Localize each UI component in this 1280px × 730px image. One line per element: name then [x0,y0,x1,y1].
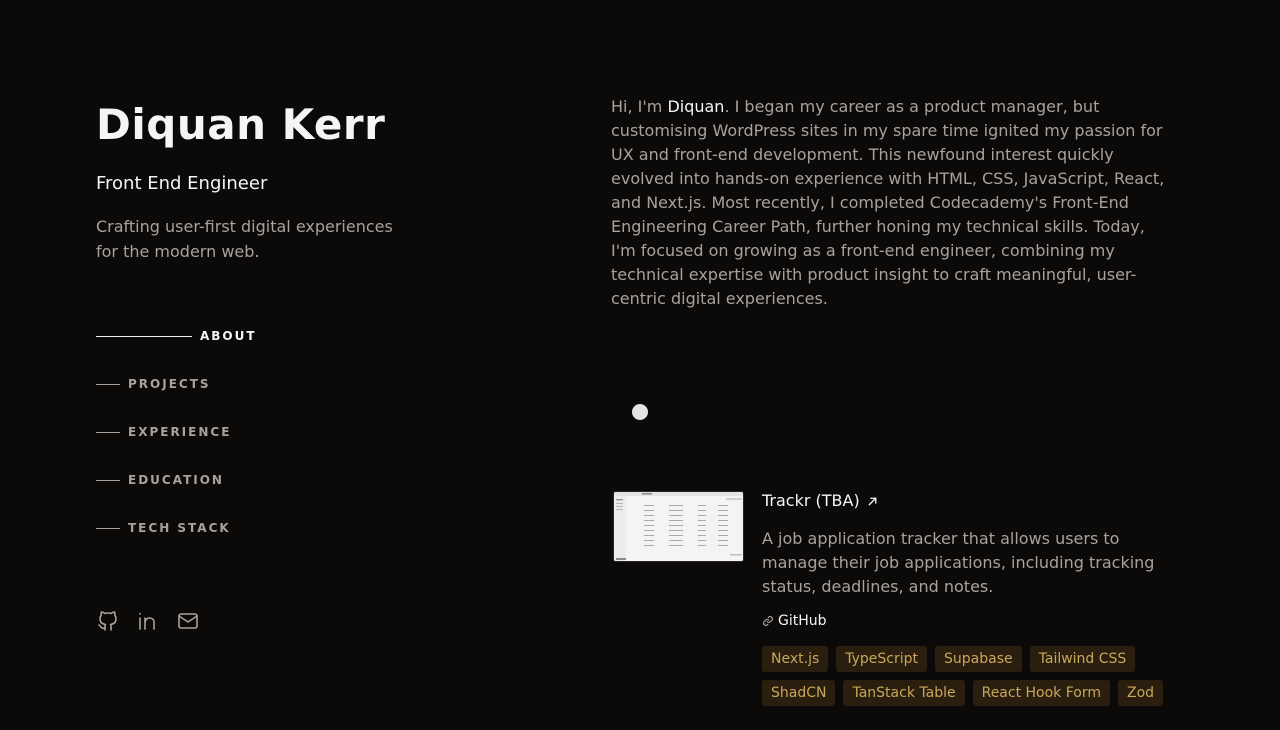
cursor-spotlight-dot [632,404,648,420]
nav-indicator-line [96,431,120,433]
tech-tag: TanStack Table [843,680,965,706]
tech-tag: React Hook Form [972,680,1111,706]
about-text: . I began my career as a product manager… [611,97,1165,308]
mail-icon[interactable] [176,609,200,633]
project-title: Trackr (TBA) [762,491,860,510]
project-screenshot-image [614,492,743,561]
github-icon[interactable] [96,609,120,633]
github-link-label: GitHub [778,613,827,629]
about-prefix: Hi, I'm [611,97,668,116]
nav-item-experience[interactable]: EXPERIENCE [96,408,257,456]
nav-indicator-line [96,527,120,529]
project-thumbnail [613,491,744,562]
about-paragraph: Hi, I'm Diquan. I began my career as a p… [611,95,1171,311]
section-nav: ABOUT PROJECTS EXPERIENCE EDUCATION TECH… [96,312,257,552]
tech-tag-list: Next.js TypeScript Supabase Tailwind CSS… [762,646,1172,706]
nav-item-projects[interactable]: PROJECTS [96,360,257,408]
tech-tag: Tailwind CSS [1029,646,1136,672]
project-title-link[interactable]: Trackr (TBA) [762,490,1172,512]
nav-item-about[interactable]: ABOUT [96,312,257,360]
project-description: A job application tracker that allows us… [762,529,1155,596]
about-section: Hi, I'm Diquan. I began my career as a p… [611,95,1171,311]
tech-tag: ShadCN [762,680,836,706]
profile-name: Diquan Kerr [96,100,386,149]
profile-header: Diquan Kerr Front End Engineer Crafting … [96,96,516,264]
nav-indicator-line [96,335,192,337]
nav-label: TECH STACK [128,521,231,535]
profile-role: Front End Engineer [96,173,268,194]
project-details: Trackr (TBA) A job application tracker t… [762,490,1172,706]
tech-tag: Zod [1118,680,1164,706]
tech-tag: Next.js [762,646,829,672]
tech-tag: TypeScript [836,646,928,672]
linkedin-icon[interactable] [136,609,160,633]
link-icon [763,616,773,626]
nav-label: EDUCATION [128,473,224,487]
nav-label: EXPERIENCE [128,425,232,439]
about-name-highlight: Diquan [667,97,725,116]
nav-item-education[interactable]: EDUCATION [96,456,257,504]
profile-tagline: Crafting user-first digital experiences … [96,217,393,261]
tech-tag: Supabase [935,646,1022,672]
portfolio-page: Diquan Kerr Front End Engineer Crafting … [0,0,1280,730]
nav-item-tech-stack[interactable]: TECH STACK [96,504,257,552]
social-links [96,609,200,633]
nav-label: PROJECTS [128,377,211,391]
nav-indicator-line [96,383,120,385]
nav-label: ABOUT [200,329,257,343]
github-link[interactable]: GitHub [762,613,1172,629]
arrow-up-right-icon [868,497,877,505]
nav-indicator-line [96,479,120,481]
